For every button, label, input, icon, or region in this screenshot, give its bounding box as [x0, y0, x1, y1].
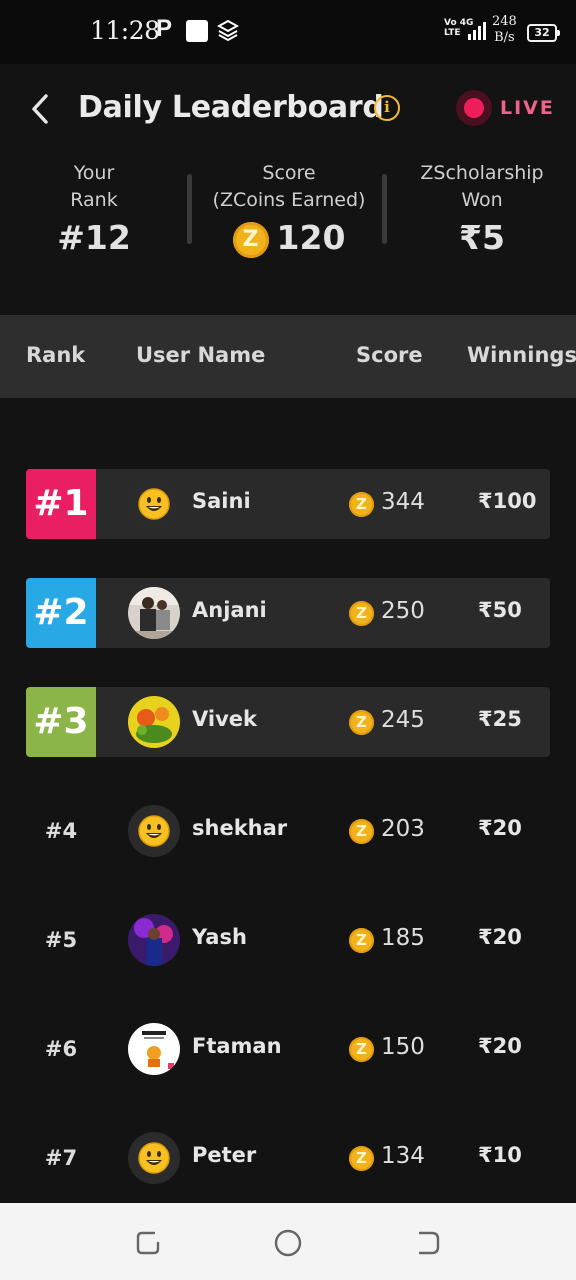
- zcoin-icon: Z: [349, 492, 374, 517]
- your-rank-stat: Your Rank #12: [0, 160, 188, 258]
- leaderboard-row[interactable]: #3 Vivek Z 245 ₹25: [26, 687, 550, 757]
- rank-label: #6: [44, 1037, 78, 1061]
- status-bar: 11:28 P Vo 4G LTE 248 B/s 32: [0, 0, 576, 64]
- zcoin-icon: Z: [349, 601, 374, 626]
- user-name: Yash: [192, 925, 247, 949]
- user-name: Anjani: [192, 598, 267, 622]
- zcoin-icon: Z: [349, 1037, 374, 1062]
- rank-label-line2: Rank: [70, 189, 118, 211]
- leaderboard-row[interactable]: #7 Peter Z 134 ₹10: [26, 1123, 550, 1193]
- info-icon[interactable]: i: [374, 95, 400, 121]
- user-name: Peter: [192, 1143, 257, 1167]
- rank-label: #7: [44, 1146, 78, 1170]
- rank-label: #4: [44, 819, 78, 843]
- column-rank: Rank: [26, 343, 86, 367]
- user-name: Saini: [192, 489, 251, 513]
- leaderboard-row[interactable]: #6 Ftaman Z 150 ₹20: [26, 1014, 550, 1084]
- user-score: 203: [381, 816, 425, 842]
- user-score: 344: [381, 489, 425, 515]
- user-winnings: ₹20: [478, 1034, 522, 1058]
- parking-notification-icon: P: [156, 15, 173, 42]
- smiley-avatar-icon: [128, 805, 180, 857]
- status-time: 11:28: [90, 16, 160, 45]
- zcoin-icon: Z: [232, 221, 269, 258]
- stats-divider: [187, 174, 192, 244]
- user-name: Vivek: [192, 707, 257, 731]
- user-score: 134: [381, 1143, 425, 1169]
- home-icon[interactable]: [274, 1229, 302, 1257]
- user-winnings: ₹20: [478, 925, 522, 949]
- user-winnings: ₹20: [478, 816, 522, 840]
- speed-value: 248: [492, 14, 517, 29]
- system-nav-bar: [0, 1203, 576, 1280]
- live-label: LIVE: [500, 97, 555, 119]
- score-label-line1: Score: [262, 162, 316, 184]
- leaderboard-row[interactable]: #2 Anjani Z 250 ₹50: [26, 578, 550, 648]
- layers-notification-icon: [216, 19, 240, 47]
- rank-value: #12: [57, 218, 131, 257]
- user-name: shekhar: [192, 816, 288, 840]
- user-score: 185: [381, 925, 425, 951]
- zcoin-icon: Z: [349, 928, 374, 953]
- rank-label: #5: [44, 928, 78, 952]
- back-arrow-icon[interactable]: [28, 92, 58, 126]
- column-winnings: Winnings: [467, 343, 576, 367]
- stats-divider: [382, 174, 387, 244]
- battery-icon: 32: [527, 24, 560, 42]
- user-winnings: ₹100: [478, 489, 537, 513]
- zcoin-icon: Z: [349, 710, 374, 735]
- score-value-wrap: Z 120: [194, 218, 384, 258]
- column-score: Score: [356, 343, 423, 367]
- user-score: 250: [381, 598, 425, 624]
- rank-badge: #2: [26, 578, 96, 648]
- back-nav-icon[interactable]: [414, 1229, 442, 1257]
- score-value: 120: [276, 218, 346, 257]
- won-label-line1: ZScholarship: [420, 162, 544, 184]
- rank-badge: #3: [26, 687, 96, 757]
- won-value: ₹5: [459, 218, 505, 257]
- leaderboard-row[interactable]: #5 Yash Z 185 ₹20: [26, 905, 550, 975]
- column-user-name: User Name: [136, 343, 266, 367]
- zcoin-icon: Z: [349, 1146, 374, 1171]
- leaderboard-row[interactable]: #1 Saini Z 344 ₹100: [26, 469, 550, 539]
- leaderboard-row[interactable]: #4 shekhar Z 203 ₹20: [26, 796, 550, 866]
- smiley-avatar-icon: [128, 478, 180, 530]
- photo-avatar: [128, 914, 180, 966]
- leaderboard-header: Rank User Name Score Winnings: [0, 315, 576, 398]
- photo-avatar: [128, 1023, 180, 1075]
- user-name: Ftaman: [192, 1034, 282, 1058]
- zcoin-icon: Z: [349, 819, 374, 844]
- user-winnings: ₹50: [478, 598, 522, 622]
- scholarship-stat: ZScholarship Won ₹5: [388, 160, 576, 258]
- speed-unit: B/s: [494, 30, 515, 45]
- smiley-avatar-icon: [128, 1132, 180, 1184]
- recents-icon[interactable]: [134, 1229, 162, 1257]
- rank-badge: #1: [26, 469, 96, 539]
- score-label-line2: (ZCoins Earned): [212, 189, 366, 211]
- live-indicator: LIVE: [456, 90, 555, 126]
- signal-icon: [468, 22, 488, 44]
- live-dot-icon: [456, 90, 492, 126]
- photo-avatar: [128, 587, 180, 639]
- page-title: Daily Leaderboard: [78, 90, 384, 125]
- leaderboard-list: #1 Saini Z 344 ₹100 #2 Anjani Z 250 ₹50 …: [0, 398, 576, 1204]
- user-winnings: ₹25: [478, 707, 522, 731]
- user-score: 245: [381, 707, 425, 733]
- photo-avatar: [128, 696, 180, 748]
- square-notification-icon: [186, 20, 208, 42]
- network-speed: 248 B/s: [492, 14, 517, 46]
- app-header: Daily Leaderboard i LIVE: [0, 64, 576, 154]
- score-stat: Score (ZCoins Earned) Z 120: [194, 160, 384, 258]
- user-stats: Your Rank #12 Score (ZCoins Earned) Z 120…: [0, 154, 576, 304]
- rank-label-line1: Your: [73, 162, 115, 184]
- won-label-line2: Won: [461, 189, 503, 211]
- user-score: 150: [381, 1034, 425, 1060]
- user-winnings: ₹10: [478, 1143, 522, 1167]
